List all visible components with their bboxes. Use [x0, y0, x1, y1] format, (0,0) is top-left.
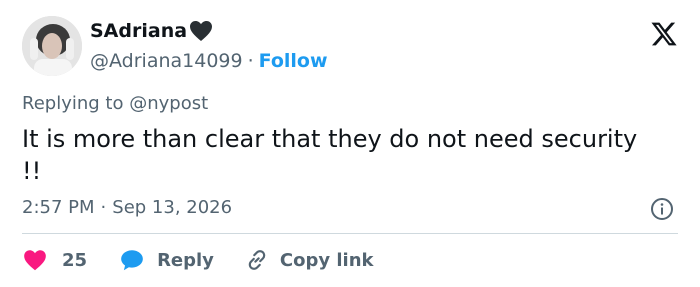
tweet-card: SAdriana @Adriana14099 · Follow Replying…: [0, 0, 700, 287]
comment-bubble-icon: [119, 247, 145, 273]
tweet-date: Sep 13, 2026: [112, 197, 233, 218]
copy-link-label: Copy link: [279, 249, 374, 271]
link-icon: [244, 247, 270, 273]
follow-button[interactable]: Follow: [259, 50, 328, 72]
separator-dot: ·: [100, 197, 107, 218]
tweet-text-line: It is more than clear that they do not n…: [22, 125, 638, 153]
tweet-header: SAdriana @Adriana14099 · Follow: [22, 14, 682, 78]
black-heart-icon: [189, 20, 213, 42]
like-count: 25: [62, 249, 88, 271]
avatar[interactable]: [22, 16, 82, 76]
divider: [22, 233, 678, 234]
handle-row: @Adriana14099 · Follow: [90, 47, 328, 75]
user-handle[interactable]: @Adriana14099: [90, 50, 243, 72]
reply-prefix: Replying to: [22, 93, 130, 114]
separator-dot: ·: [247, 50, 254, 72]
copy-link-button[interactable]: Copy link: [244, 247, 374, 273]
info-icon[interactable]: [650, 197, 674, 221]
action-bar: 25 Reply Copy link: [22, 244, 374, 276]
tweet-timestamp[interactable]: 2:57 PM · Sep 13, 2026: [22, 197, 232, 218]
tweet-text: It is more than clear that they do not n…: [22, 123, 682, 187]
tweet-text-line: !!: [22, 157, 42, 185]
reply-context: Replying to @nypost: [22, 93, 208, 114]
heart-icon: [22, 247, 48, 273]
x-logo-icon[interactable]: [650, 20, 678, 48]
display-name[interactable]: SAdriana: [90, 20, 187, 42]
user-info: SAdriana @Adriana14099 · Follow: [90, 18, 328, 75]
reply-mention[interactable]: @nypost: [129, 93, 208, 114]
display-name-row: SAdriana: [90, 18, 328, 44]
reply-button[interactable]: Reply: [119, 247, 214, 273]
tweet-time: 2:57 PM: [22, 197, 95, 218]
like-button[interactable]: 25: [22, 247, 87, 273]
reply-label: Reply: [157, 249, 214, 271]
